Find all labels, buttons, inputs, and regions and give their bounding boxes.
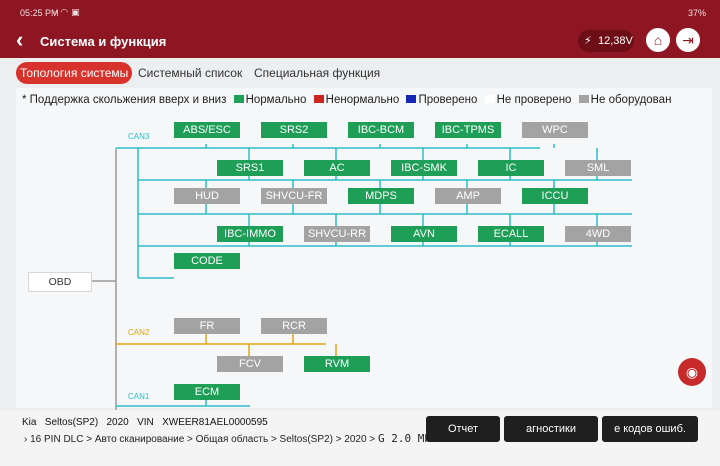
breadcrumb-path: › 16 PIN DLC > Авто сканирование > Общая… xyxy=(24,434,376,445)
breadcrumb: › 16 PIN DLC > Авто сканирование > Общая… xyxy=(24,432,438,445)
vehicle-make: Kia xyxy=(22,417,37,428)
module-avn[interactable]: AVN xyxy=(391,226,457,242)
module-ibc-immo[interactable]: IBC-IMMO xyxy=(217,226,283,242)
module-fr[interactable]: FR xyxy=(174,318,240,334)
vehicle-year: 2020 xyxy=(106,417,129,428)
module-srs2[interactable]: SRS2 xyxy=(261,122,327,138)
vehicle-info: Kia Seltos(SP2) 2020 VIN XWEER81AEL00005… xyxy=(22,417,268,428)
module-rvm[interactable]: RVM xyxy=(304,356,370,372)
module-abs-esc[interactable]: ABS/ESC xyxy=(174,122,240,138)
module-ibc-smk[interactable]: IBC-SMK xyxy=(391,160,457,176)
topology-lines xyxy=(90,144,632,410)
report-button[interactable]: Отчет xyxy=(426,416,500,442)
module-ecall[interactable]: ECALL xyxy=(478,226,544,242)
module-fcv[interactable]: FCV xyxy=(217,356,283,372)
screenshot-button[interactable]: ◉ xyxy=(678,358,706,386)
vehicle-model: Seltos(SP2) xyxy=(44,417,99,428)
module-ibc-bcm[interactable]: IBC-BCM xyxy=(348,122,414,138)
module-shvcu-fr[interactable]: SHVCU-FR xyxy=(261,188,327,204)
can2-lines xyxy=(116,334,337,356)
can3-label: CAN3 xyxy=(128,132,150,141)
module-4wd[interactable]: 4WD xyxy=(565,226,631,242)
module-code[interactable]: CODE xyxy=(174,253,240,269)
diagnostics-button[interactable]: агностики xyxy=(504,416,598,442)
module-ibc-tpms[interactable]: IBC-TPMS xyxy=(435,122,501,138)
module-ic[interactable]: IC xyxy=(478,160,544,176)
module-rcr[interactable]: RCR xyxy=(261,318,327,334)
clear-codes-button[interactable]: е кодов ошиб. xyxy=(602,416,698,442)
module-wpc[interactable]: WPC xyxy=(522,122,588,138)
obd-node[interactable]: OBD xyxy=(28,272,92,292)
module-ecm[interactable]: ECM xyxy=(174,384,240,400)
module-amp[interactable]: AMP xyxy=(435,188,501,204)
can1-label: CAN1 xyxy=(128,392,150,401)
module-mdps[interactable]: MDPS xyxy=(348,188,414,204)
module-sml[interactable]: SML xyxy=(565,160,631,176)
camera-icon: ◉ xyxy=(685,364,699,380)
module-hud[interactable]: HUD xyxy=(174,188,240,204)
can2-label: CAN2 xyxy=(128,328,150,337)
vin-value: XWEER81AEL0000595 xyxy=(162,417,268,428)
module-iccu[interactable]: ICCU xyxy=(522,188,588,204)
vin-label: VIN xyxy=(137,417,154,428)
module-srs1[interactable]: SRS1 xyxy=(217,160,283,176)
module-ac[interactable]: AC xyxy=(304,160,370,176)
module-shvcu-rr[interactable]: SHVCU-RR xyxy=(304,226,370,242)
